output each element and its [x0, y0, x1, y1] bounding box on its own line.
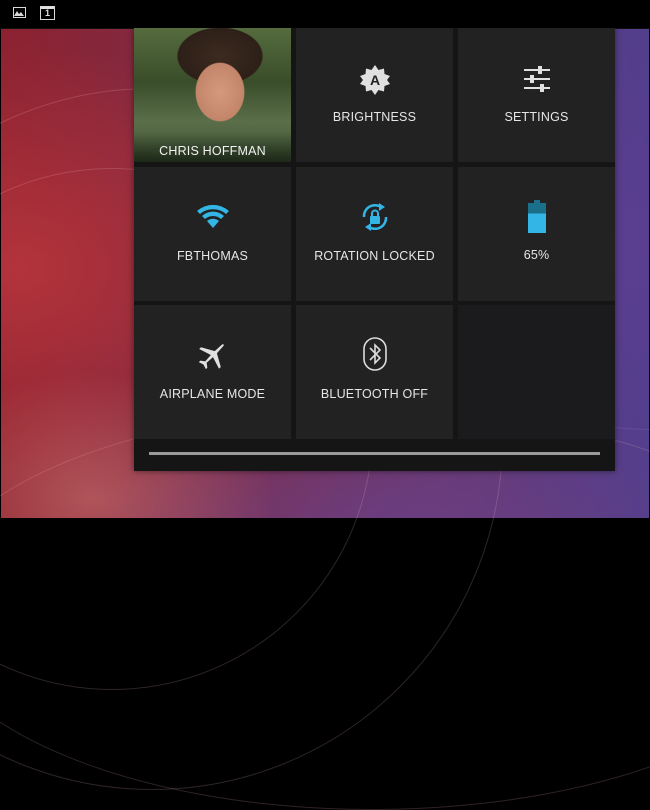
airplane-mode-label: AIRPLANE MODE — [159, 387, 266, 401]
profile-tile[interactable]: CHRIS HOFFMAN — [134, 28, 291, 162]
airplane-icon — [197, 339, 229, 376]
brightness-icon-letter: A — [369, 72, 379, 88]
brightness-tile[interactable]: A BRIGHTNESS — [296, 28, 453, 162]
notification-count: 1 — [44, 8, 50, 18]
panel-progress-bar — [149, 452, 600, 455]
battery-tile[interactable]: 65% — [458, 167, 615, 301]
quick-settings-panel: CHRIS HOFFMAN A BRIGHTNESS SETTINGS FBTH… — [134, 28, 615, 471]
battery-percent: 65% — [523, 248, 550, 262]
brightness-label: BRIGHTNESS — [332, 110, 417, 124]
sliders-icon — [522, 64, 552, 99]
bluetooth-tile[interactable]: BLUETOOTH OFF — [296, 305, 453, 439]
gallery-icon — [13, 7, 26, 18]
bluetooth-icon — [362, 337, 387, 376]
bluetooth-label: BLUETOOTH OFF — [320, 387, 429, 401]
battery-level-fill — [527, 213, 546, 233]
rotation-tile[interactable]: ROTATION LOCKED — [296, 167, 453, 301]
brightness-auto-icon: A — [359, 64, 391, 101]
airplane-mode-tile[interactable]: AIRPLANE MODE — [134, 305, 291, 439]
wifi-network-label: FBTHOMAS — [176, 249, 249, 263]
notification-count-icon: 1 — [40, 6, 55, 20]
profile-name: CHRIS HOFFMAN — [159, 144, 266, 158]
wifi-tile[interactable]: FBTHOMAS — [134, 167, 291, 301]
rotation-lock-icon — [359, 201, 391, 238]
empty-tile — [458, 305, 615, 439]
settings-label: SETTINGS — [504, 110, 569, 124]
panel-progress-fill — [149, 452, 600, 455]
status-bar[interactable]: 1 — [0, 0, 650, 29]
settings-tile[interactable]: SETTINGS — [458, 28, 615, 162]
wifi-icon — [196, 203, 230, 234]
rotation-label: ROTATION LOCKED — [314, 249, 435, 263]
battery-icon — [527, 200, 547, 239]
